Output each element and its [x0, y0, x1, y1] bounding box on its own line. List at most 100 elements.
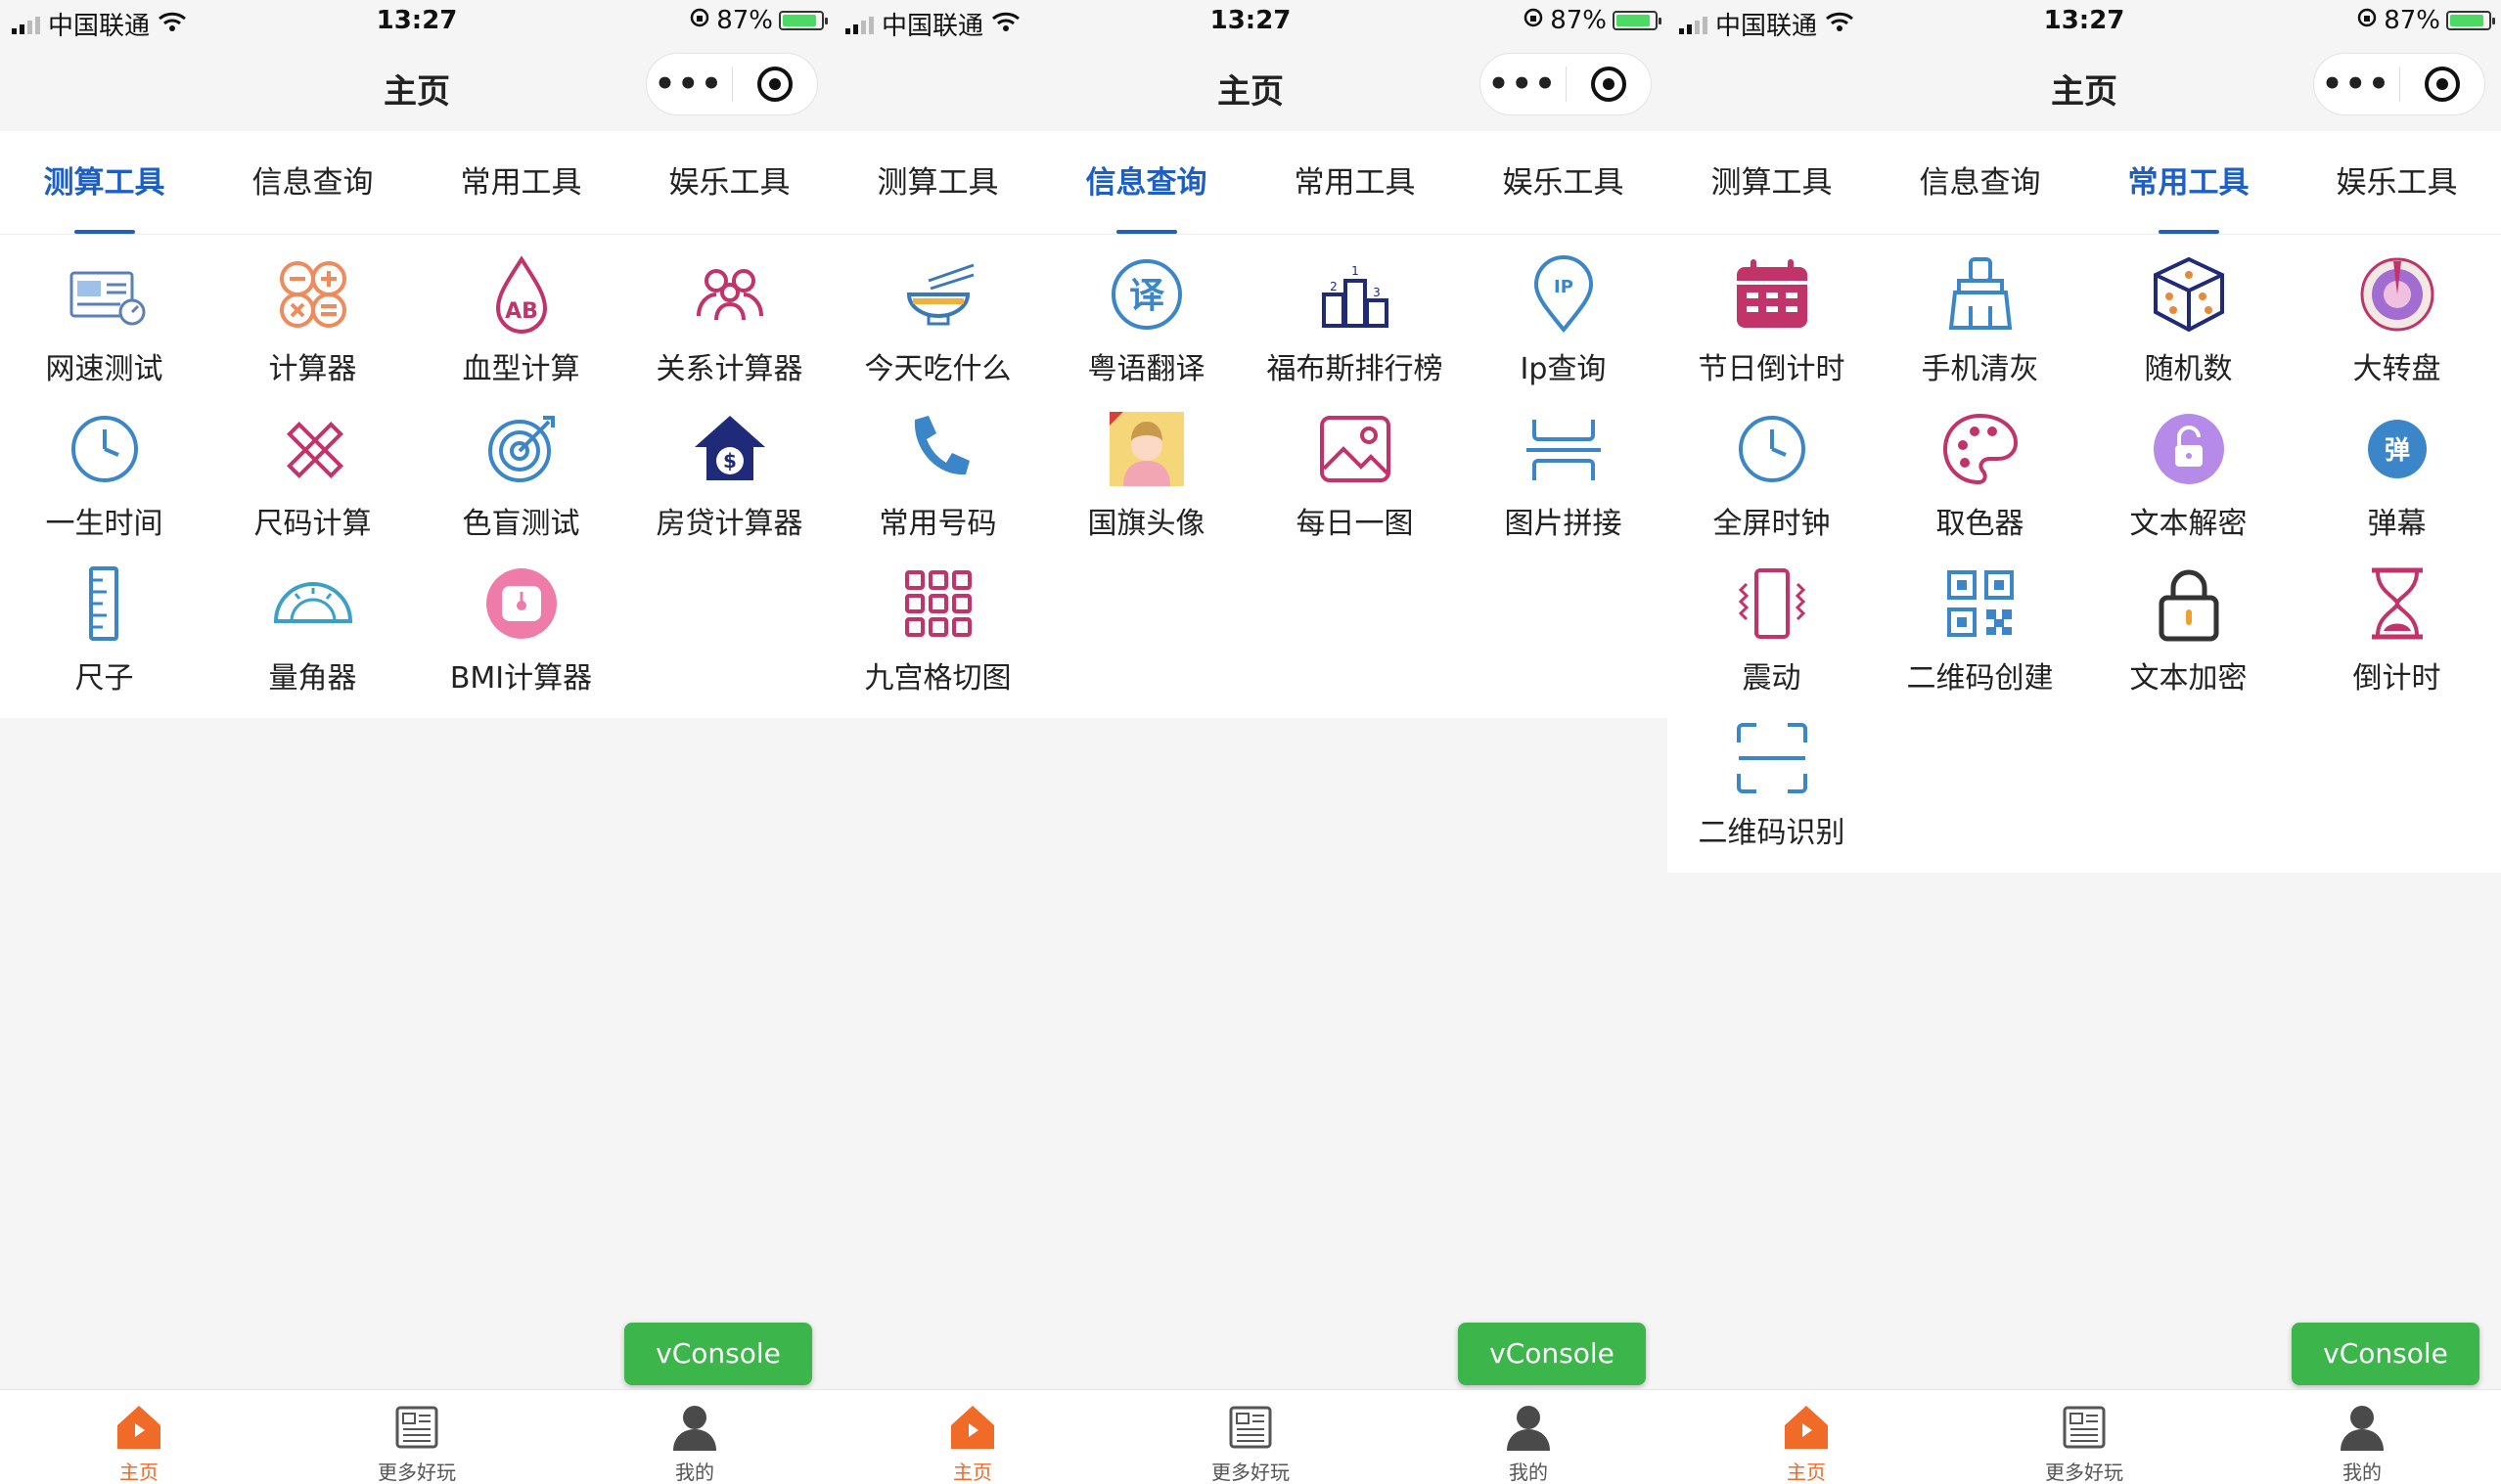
close-button[interactable]	[2400, 67, 2485, 102]
phone-screen: 中国联通 13:27 87% 主页 ••• 测算工具 信息查询 常用工具 娱乐工具 今天吃什么译粤…	[834, 0, 1667, 1484]
target-close-icon	[2424, 67, 2460, 102]
translate-icon: 译	[1103, 250, 1191, 338]
bottom-tab-1[interactable]: 更多好玩	[1945, 1390, 2223, 1484]
tool-item[interactable]: 弹弹幕	[2293, 399, 2501, 554]
unlock-icon	[2145, 405, 2233, 493]
tool-item[interactable]: 尺子	[0, 554, 208, 708]
nav-bar: 主页 •••	[1667, 43, 2501, 129]
tab-0[interactable]: 测算工具	[1667, 131, 1876, 234]
tool-label: BMI计算器	[449, 661, 593, 696]
bottom-tab-0[interactable]: 主页	[0, 1390, 278, 1484]
tab-0[interactable]: 测算工具	[834, 131, 1042, 234]
bottom-tab-2[interactable]: 我的	[556, 1390, 834, 1484]
tab-2[interactable]: 常用工具	[2084, 131, 2293, 234]
image-icon	[1311, 405, 1399, 493]
bowl-icon	[894, 250, 982, 338]
bottom-tab-1[interactable]: 更多好玩	[278, 1390, 556, 1484]
target-close-icon	[1590, 67, 1626, 102]
tool-item[interactable]: 取色器	[1876, 399, 2084, 554]
battery-icon	[779, 11, 828, 30]
tool-item[interactable]: 文本加密	[2084, 554, 2293, 708]
calendar-icon	[1728, 250, 1816, 338]
tool-item[interactable]: 大转盘	[2293, 245, 2501, 399]
tool-item[interactable]: 文本解密	[2084, 399, 2293, 554]
close-button[interactable]	[733, 67, 818, 102]
tool-item[interactable]: 震动	[1667, 554, 1876, 708]
tool-item[interactable]: 今天吃什么	[834, 245, 1042, 399]
tool-item[interactable]: 图片拼接	[1459, 399, 1667, 554]
vconsole-button[interactable]: vConsole	[1458, 1323, 1646, 1385]
bottom-tab-2[interactable]: 我的	[2223, 1390, 2501, 1484]
dice-icon	[2145, 250, 2233, 338]
blood-type-icon: AB	[477, 250, 566, 338]
orientation-lock-icon	[689, 6, 710, 35]
tool-item[interactable]: 九宫格切图	[834, 554, 1042, 708]
scale-icon	[477, 560, 566, 648]
tab-0[interactable]: 测算工具	[0, 131, 208, 234]
tool-item[interactable]: 译粤语翻译	[1042, 245, 1250, 399]
more-button[interactable]: •••	[2314, 53, 2399, 115]
tool-item[interactable]: 每日一图	[1250, 399, 1459, 554]
tool-item[interactable]: 常用号码	[834, 399, 1042, 554]
close-button[interactable]	[1567, 67, 1652, 102]
tool-item[interactable]: 尺码计算	[208, 399, 417, 554]
tool-label: 一生时间	[45, 507, 163, 541]
status-bar: 中国联通 13:27 87%	[834, 0, 1667, 41]
tab-2[interactable]: 常用工具	[1250, 131, 1459, 234]
battery-text: 87%	[716, 6, 773, 35]
more-button[interactable]: •••	[647, 53, 732, 115]
tool-item[interactable]: 色盲测试	[417, 399, 625, 554]
tool-item[interactable]: 国旗头像	[1042, 399, 1250, 554]
tool-item[interactable]: 二维码创建	[1876, 554, 2084, 708]
tool-item[interactable]: 随机数	[2084, 245, 2293, 399]
tool-item[interactable]: 2 1 3 福布斯排行榜	[1250, 245, 1459, 399]
tool-item[interactable]: 手机清灰	[1876, 245, 2084, 399]
tool-label: 国旗头像	[1087, 507, 1205, 541]
more-button[interactable]: •••	[1480, 53, 1566, 115]
flag-avatar-icon	[1103, 405, 1191, 493]
tool-label: Ip查询	[1520, 352, 1607, 386]
tab-3[interactable]: 娱乐工具	[1459, 131, 1667, 234]
tab-1[interactable]: 信息查询	[1876, 131, 2084, 234]
tool-item[interactable]: 二维码识别	[1667, 708, 1876, 863]
svg-text:$: $	[723, 449, 737, 472]
tool-item[interactable]: $ 房贷计算器	[625, 399, 834, 554]
bottom-tab-1[interactable]: 更多好玩	[1112, 1390, 1389, 1484]
tab-1[interactable]: 信息查询	[1042, 131, 1250, 234]
tool-item[interactable]: 节日倒计时	[1667, 245, 1876, 399]
tool-item[interactable]: 一生时间	[0, 399, 208, 554]
tool-item[interactable]: BMI计算器	[417, 554, 625, 708]
tool-item[interactable]: 关系计算器	[625, 245, 834, 399]
tool-item[interactable]: IP Ip查询	[1459, 245, 1667, 399]
tool-label: 尺子	[74, 661, 134, 696]
tab-3[interactable]: 娱乐工具	[2293, 131, 2501, 234]
tool-label: 全屏时钟	[1712, 507, 1831, 541]
tab-2[interactable]: 常用工具	[417, 131, 625, 234]
grid-icon	[894, 560, 982, 648]
tool-label: 关系计算器	[656, 352, 803, 386]
bottom-tab-label: 我的	[2342, 1461, 2382, 1484]
svg-text:1: 1	[1351, 264, 1359, 278]
tab-3[interactable]: 娱乐工具	[625, 131, 834, 234]
tool-item[interactable]: 倒计时	[2293, 554, 2501, 708]
bottom-tab-0[interactable]: 主页	[834, 1390, 1112, 1484]
tool-item[interactable]: 量角器	[208, 554, 417, 708]
nav-bar: 主页 •••	[834, 43, 1667, 129]
protractor-icon	[269, 560, 357, 648]
vconsole-button[interactable]: vConsole	[624, 1323, 812, 1385]
tab-1[interactable]: 信息查询	[208, 131, 417, 234]
tool-item[interactable]: AB 血型计算	[417, 245, 625, 399]
bottom-tab-label: 更多好玩	[378, 1461, 456, 1484]
tool-label: 量角器	[268, 661, 357, 696]
bottom-tab-0[interactable]: 主页	[1667, 1390, 1945, 1484]
tools-panel: 测算工具 信息查询 常用工具 娱乐工具 节日倒计时 手机清灰 随机数 大转盘 全屏时钟 取色器 文本…	[1667, 131, 2501, 873]
category-tabs: 测算工具 信息查询 常用工具 娱乐工具	[1667, 131, 2501, 235]
tool-label: 二维码识别	[1698, 816, 1845, 850]
tool-item[interactable]: 计算器	[208, 245, 417, 399]
tool-item[interactable]: 网速测试	[0, 245, 208, 399]
tool-item[interactable]: 全屏时钟	[1667, 399, 1876, 554]
vconsole-button[interactable]: vConsole	[2292, 1323, 2479, 1385]
home-icon	[1667, 1400, 1945, 1455]
bottom-tab-2[interactable]: 我的	[1389, 1390, 1667, 1484]
clock-icon	[1728, 405, 1816, 493]
